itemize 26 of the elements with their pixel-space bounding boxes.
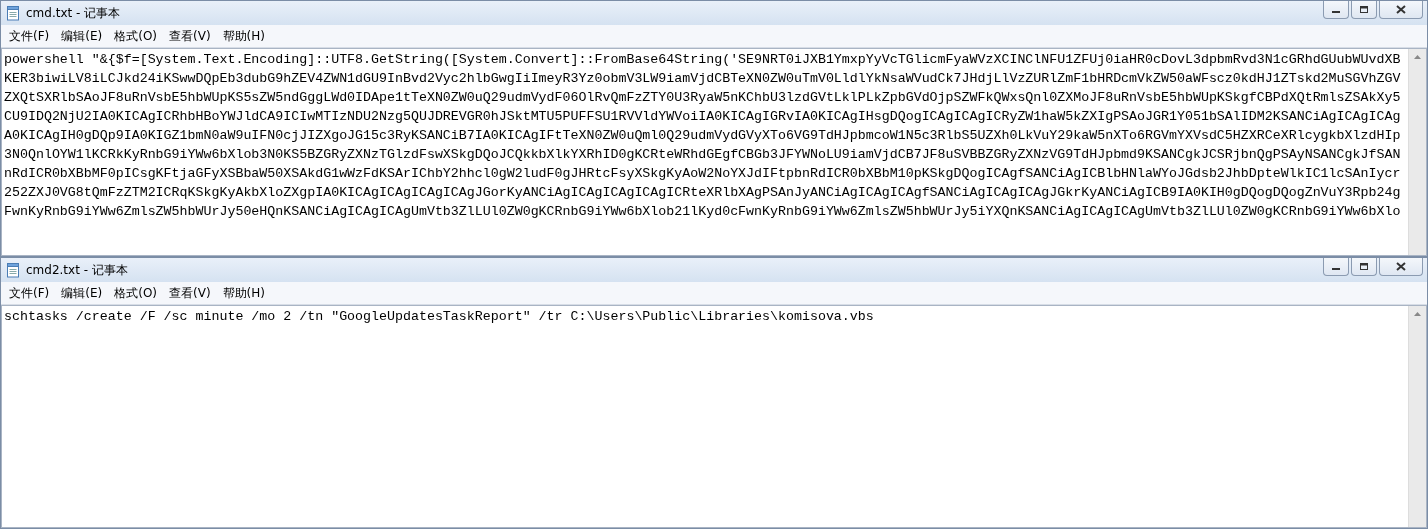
menu-item[interactable]: 格式(O) bbox=[108, 282, 164, 304]
menu-item[interactable]: 帮助(H) bbox=[216, 282, 271, 304]
maximize-icon bbox=[1359, 262, 1369, 271]
menu-item[interactable]: 文件(F) bbox=[3, 25, 56, 47]
close-button[interactable] bbox=[1379, 258, 1423, 276]
notepad-icon bbox=[5, 5, 21, 21]
window-title: cmd.txt - 记事本 bbox=[26, 4, 121, 22]
notepad-icon bbox=[5, 262, 21, 278]
close-button[interactable] bbox=[1379, 1, 1423, 19]
menu-item[interactable]: 查看(V) bbox=[163, 25, 217, 47]
maximize-button[interactable] bbox=[1351, 258, 1377, 276]
minimize-button[interactable] bbox=[1323, 258, 1349, 276]
menu-item[interactable]: 编辑(E) bbox=[55, 25, 109, 47]
maximize-icon bbox=[1359, 5, 1369, 14]
menu-item[interactable]: 编辑(E) bbox=[55, 282, 109, 304]
menu-item[interactable]: 文件(F) bbox=[3, 282, 56, 304]
scrollbar[interactable] bbox=[1408, 306, 1426, 527]
menu-item[interactable]: 查看(V) bbox=[163, 282, 217, 304]
menu-item[interactable]: 帮助(H) bbox=[216, 25, 271, 47]
close-icon bbox=[1396, 262, 1406, 271]
close-icon bbox=[1396, 5, 1406, 14]
window-title: cmd2.txt - 记事本 bbox=[26, 261, 128, 279]
minimize-button[interactable] bbox=[1323, 1, 1349, 19]
scrollbar[interactable] bbox=[1408, 49, 1426, 255]
menu-item[interactable]: 格式(O) bbox=[108, 25, 164, 47]
maximize-button[interactable] bbox=[1351, 1, 1377, 19]
